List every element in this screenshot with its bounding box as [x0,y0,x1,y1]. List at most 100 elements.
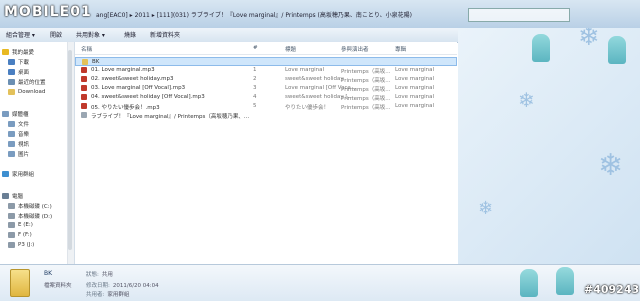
sidebar-item-label: 視訊 [18,142,30,148]
sidebar-item[interactable]: 文件 [8,120,29,130]
sidebar-item[interactable]: F (F:) [8,232,32,242]
sidebar-item[interactable]: 家用群組 [2,170,34,180]
cell-num: 5 [253,103,257,109]
mascot-figure [556,267,574,295]
sidebar-item[interactable]: 圖片 [8,150,29,160]
snowflake-icon: ❄ [578,28,600,52]
cell-name: 05. やりたい優歩会！.mp3 [91,105,160,111]
cell-album: Love marginal [395,76,435,82]
sidebar-item[interactable]: 最近的位置 [8,78,46,88]
library-icon [2,111,9,117]
sidebar-item-label: E (E:) [18,222,33,228]
sidebar-item[interactable]: E (E:) [8,222,33,232]
audio-file-icon [81,67,87,73]
sidebar-item[interactable]: 媒體櫃 [2,110,29,120]
modified-field: 修改日期: 2011/6/20 04:04 [86,281,159,289]
audio-file-icon [81,103,87,109]
sidebar-item[interactable]: 電腦 [2,192,23,202]
sidebar-item-label: P3 (J:) [18,242,35,248]
share-button[interactable]: 共用對象 ▾ [76,30,105,39]
file-row[interactable]: BK [75,57,457,66]
cell-title: sweet&sweet holiday [285,76,344,82]
modified-label: 修改日期: [86,283,110,289]
cell-album: Love marginal [395,85,435,91]
sidebar-item-label: 本機磁碟 (D:) [18,214,53,220]
sidebar-item[interactable]: 本機磁碟 (D:) [8,212,52,222]
folder-thumbnail-icon [10,269,30,297]
details-pane: BK 檔案資料夾 狀態: 共用 修改日期: 2011/6/20 04:04 共用者:… [0,264,640,301]
sidebar-item[interactable]: Download [8,89,45,99]
drive-icon [8,213,15,219]
organize-button[interactable]: 組合管理 ▾ [6,30,35,39]
homegroup-icon [2,171,9,177]
recent-icon [8,79,15,85]
state-value: 共用 [101,272,113,278]
folder-icon [8,89,15,95]
cell-artist: Printemps（高坂... [341,78,391,84]
selected-item-name: BK [44,270,53,277]
cell-name: 03. Love marginal [Off Vocal].mp3 [91,85,186,91]
column-header-row: 名稱 # 標題 參與演出者 專輯 [75,42,457,55]
watermark-text: #409243 [584,283,640,296]
pictures-icon [8,151,15,157]
cell-name: BK [92,59,100,65]
drive-icon [8,222,15,228]
sidebar-item[interactable]: 視訊 [8,140,29,150]
sidebar-item-label: 媒體櫃 [12,112,29,118]
sidebar-item[interactable]: 下載 [8,58,29,68]
cell-artist: Printemps（高坂... [341,87,391,93]
file-row[interactable]: 04. sweet&sweet holiday [Off Vocal].mp3 4… [75,93,457,102]
file-row[interactable]: 03. Love marginal [Off Vocal].mp3 3 Love m… [75,84,457,93]
sidebar-item-label: F (F:) [18,232,32,238]
sidebar-item[interactable]: 本機磁碟 (C:) [8,202,52,212]
sidebar-scroll-thumb[interactable] [68,50,72,250]
state-field: 狀態: 共用 [86,270,113,278]
documents-icon [8,121,15,127]
sidebar-item[interactable]: P3 (J:) [8,242,34,252]
cell-num: 2 [253,76,257,82]
computer-icon [2,193,9,199]
cell-name: 01. Love marginal.mp3 [91,67,155,73]
column-title-header[interactable]: 標題 [285,45,296,53]
sidebar-item[interactable]: 桌面 [8,68,29,78]
column-number-header[interactable]: # [253,45,258,51]
new-folder-button[interactable]: 新增資料夾 [150,30,180,39]
download-icon [8,59,15,65]
cell-artist: Printemps（高坂... [341,69,391,75]
column-name-header[interactable]: 名稱 [81,45,92,53]
file-row[interactable]: 05. やりたい優歩会！.mp3 5 やりたい優歩会！ Printemps（高坂...… [75,102,457,111]
open-button[interactable]: 開啟 [50,30,62,39]
sidebar-item[interactable]: 音樂 [8,130,29,140]
sidebar-item-label: Download [18,89,46,95]
audio-file-icon [81,76,87,82]
cell-album: Love marginal [395,67,435,73]
burn-button[interactable]: 燒錄 [124,30,136,39]
cell-num: 1 [253,67,257,73]
file-row[interactable]: ラブライブ！『Love marginal』/ Printemps（高坂穂乃果、.… [75,111,457,120]
decorative-background: ❄ ❄ ❄ ❄ [458,28,640,264]
sidebar-item-label: 本機磁碟 (C:) [18,204,52,210]
sidebar-item-label: 下載 [18,60,30,66]
cell-name: 02. sweet&sweet holiday.mp3 [91,76,174,82]
drive-icon [8,232,15,238]
selected-item-type: 檔案資料夾 [44,283,72,289]
audio-file-icon [81,94,87,100]
file-row[interactable]: 01. Love marginal.mp3 1 Love marginal Print… [75,66,457,75]
cell-name: ラブライブ！『Love marginal』/ Printemps（高坂穂乃果、.… [91,114,250,120]
sidebar-item-label: 桌面 [18,70,30,76]
snowflake-icon: ❄ [598,148,624,183]
cell-title: Love marginal [285,67,325,73]
sidebar-item-label: 圖片 [18,152,30,158]
address-breadcrumb[interactable]: ang[EAC0] ▸ 2011 ▸ [111](031) ラブライブ！『Lov… [96,10,412,19]
file-row[interactable]: 02. sweet&sweet holiday.mp3 2 sweet&sweet … [75,75,457,84]
column-album-header[interactable]: 專輯 [395,45,406,53]
state-label: 狀態: [86,272,99,278]
title-bar: MOBILE01 ang[EAC0] ▸ 2011 ▸ [111](031) ラ… [0,0,640,29]
drive-icon [8,242,15,248]
sidebar-item[interactable]: 我的最愛 [2,48,34,58]
cell-name: 04. sweet&sweet holiday [Off Vocal].mp3 [91,94,205,100]
search-input[interactable] [468,8,570,22]
sidebar-item-label: 最近的位置 [18,80,46,86]
mascot-figure [520,269,538,297]
column-artist-header[interactable]: 參與演出者 [341,45,369,53]
